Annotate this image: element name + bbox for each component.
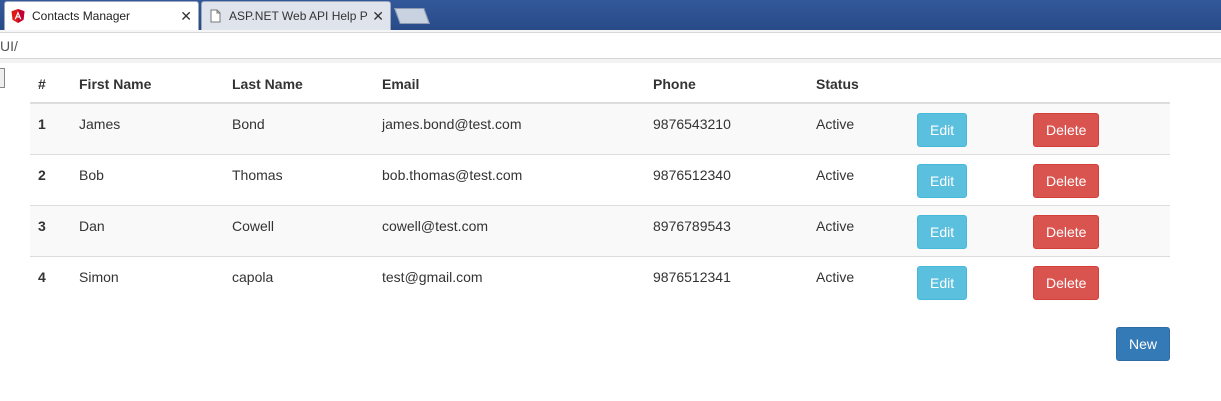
- delete-button[interactable]: Delete: [1033, 265, 1100, 300]
- cell-number: 1: [30, 102, 71, 154]
- contacts-table: # First Name Last Name Email Phone Statu…: [30, 65, 1170, 307]
- new-tab-button[interactable]: [394, 8, 430, 24]
- angular-icon: [11, 9, 25, 23]
- page-edge-marker: [0, 68, 5, 88]
- edit-cell: Edit: [909, 255, 1025, 307]
- delete-button[interactable]: Delete: [1033, 163, 1100, 198]
- table-row: 4 Simon capola test@gmail.com 9876512341…: [30, 255, 1170, 307]
- cell-first-name: Bob: [71, 153, 224, 205]
- cell-first-name: James: [71, 102, 224, 154]
- cell-last-name: Cowell: [224, 204, 374, 256]
- toolbar-divider: [0, 58, 1221, 63]
- table-row: 2 Bob Thomas bob.thomas@test.com 9876512…: [30, 153, 1170, 205]
- cell-first-name: Simon: [71, 255, 224, 307]
- edit-button[interactable]: Edit: [917, 163, 968, 198]
- cell-last-name: Bond: [224, 102, 374, 154]
- edit-cell: Edit: [909, 204, 1025, 256]
- cell-number: 4: [30, 255, 71, 307]
- edit-cell: Edit: [909, 153, 1025, 205]
- header-phone: Phone: [645, 65, 808, 104]
- tab-contacts-manager[interactable]: Contacts Manager ✕: [4, 1, 199, 30]
- table-row: 3 Dan Cowell cowell@test.com 8976789543 …: [30, 204, 1170, 256]
- cell-email: bob.thomas@test.com: [374, 153, 645, 205]
- table-row: 1 James Bond james.bond@test.com 9876543…: [30, 102, 1170, 154]
- cell-status: Active: [808, 204, 909, 256]
- tab-api-help[interactable]: ASP.NET Web API Help P ✕: [201, 1, 391, 30]
- cell-first-name: Dan: [71, 204, 224, 256]
- browser-tabstrip: Contacts Manager ✕ ASP.NET Web API Help …: [0, 0, 1221, 30]
- header-status: Status: [808, 65, 909, 104]
- url-text[interactable]: UI/: [0, 38, 18, 54]
- cell-email: test@gmail.com: [374, 255, 645, 307]
- header-delete-column: [1025, 65, 1170, 104]
- edit-button[interactable]: Edit: [917, 265, 968, 300]
- cell-last-name: Thomas: [224, 153, 374, 205]
- close-tab-icon[interactable]: ✕: [372, 8, 384, 25]
- cell-last-name: capola: [224, 255, 374, 307]
- edit-button[interactable]: Edit: [917, 113, 968, 147]
- tab-title: ASP.NET Web API Help P: [229, 9, 368, 23]
- cell-status: Active: [808, 255, 909, 307]
- cell-phone: 9876512341: [645, 255, 808, 307]
- page-icon: [208, 9, 222, 23]
- toolbar-divider: [0, 30, 1221, 33]
- header-last-name: Last Name: [224, 65, 374, 104]
- edit-cell: Edit: [909, 102, 1025, 154]
- header-email: Email: [374, 65, 645, 104]
- cell-phone: 9876512340: [645, 153, 808, 205]
- cell-status: Active: [808, 102, 909, 154]
- delete-cell: Delete: [1025, 204, 1170, 256]
- cell-email: james.bond@test.com: [374, 102, 645, 154]
- table-header-row: # First Name Last Name Email Phone Statu…: [30, 65, 1170, 104]
- cell-phone: 9876543210: [645, 102, 808, 154]
- delete-cell: Delete: [1025, 102, 1170, 154]
- header-edit-column: [909, 65, 1025, 104]
- delete-cell: Delete: [1025, 255, 1170, 307]
- cell-number: 2: [30, 153, 71, 205]
- new-contact-button[interactable]: New: [1116, 327, 1171, 361]
- delete-cell: Delete: [1025, 153, 1170, 205]
- header-first-name: First Name: [71, 65, 224, 104]
- cell-status: Active: [808, 153, 909, 205]
- header-number: #: [30, 65, 71, 104]
- edit-button[interactable]: Edit: [917, 214, 968, 249]
- cell-email: cowell@test.com: [374, 204, 645, 256]
- cell-number: 3: [30, 204, 71, 256]
- delete-button[interactable]: Delete: [1033, 214, 1100, 249]
- address-bar[interactable]: UI/: [0, 30, 1221, 63]
- tab-title: Contacts Manager: [32, 9, 131, 23]
- close-tab-icon[interactable]: ✕: [180, 8, 192, 25]
- cell-phone: 8976789543: [645, 204, 808, 256]
- delete-button[interactable]: Delete: [1033, 113, 1100, 147]
